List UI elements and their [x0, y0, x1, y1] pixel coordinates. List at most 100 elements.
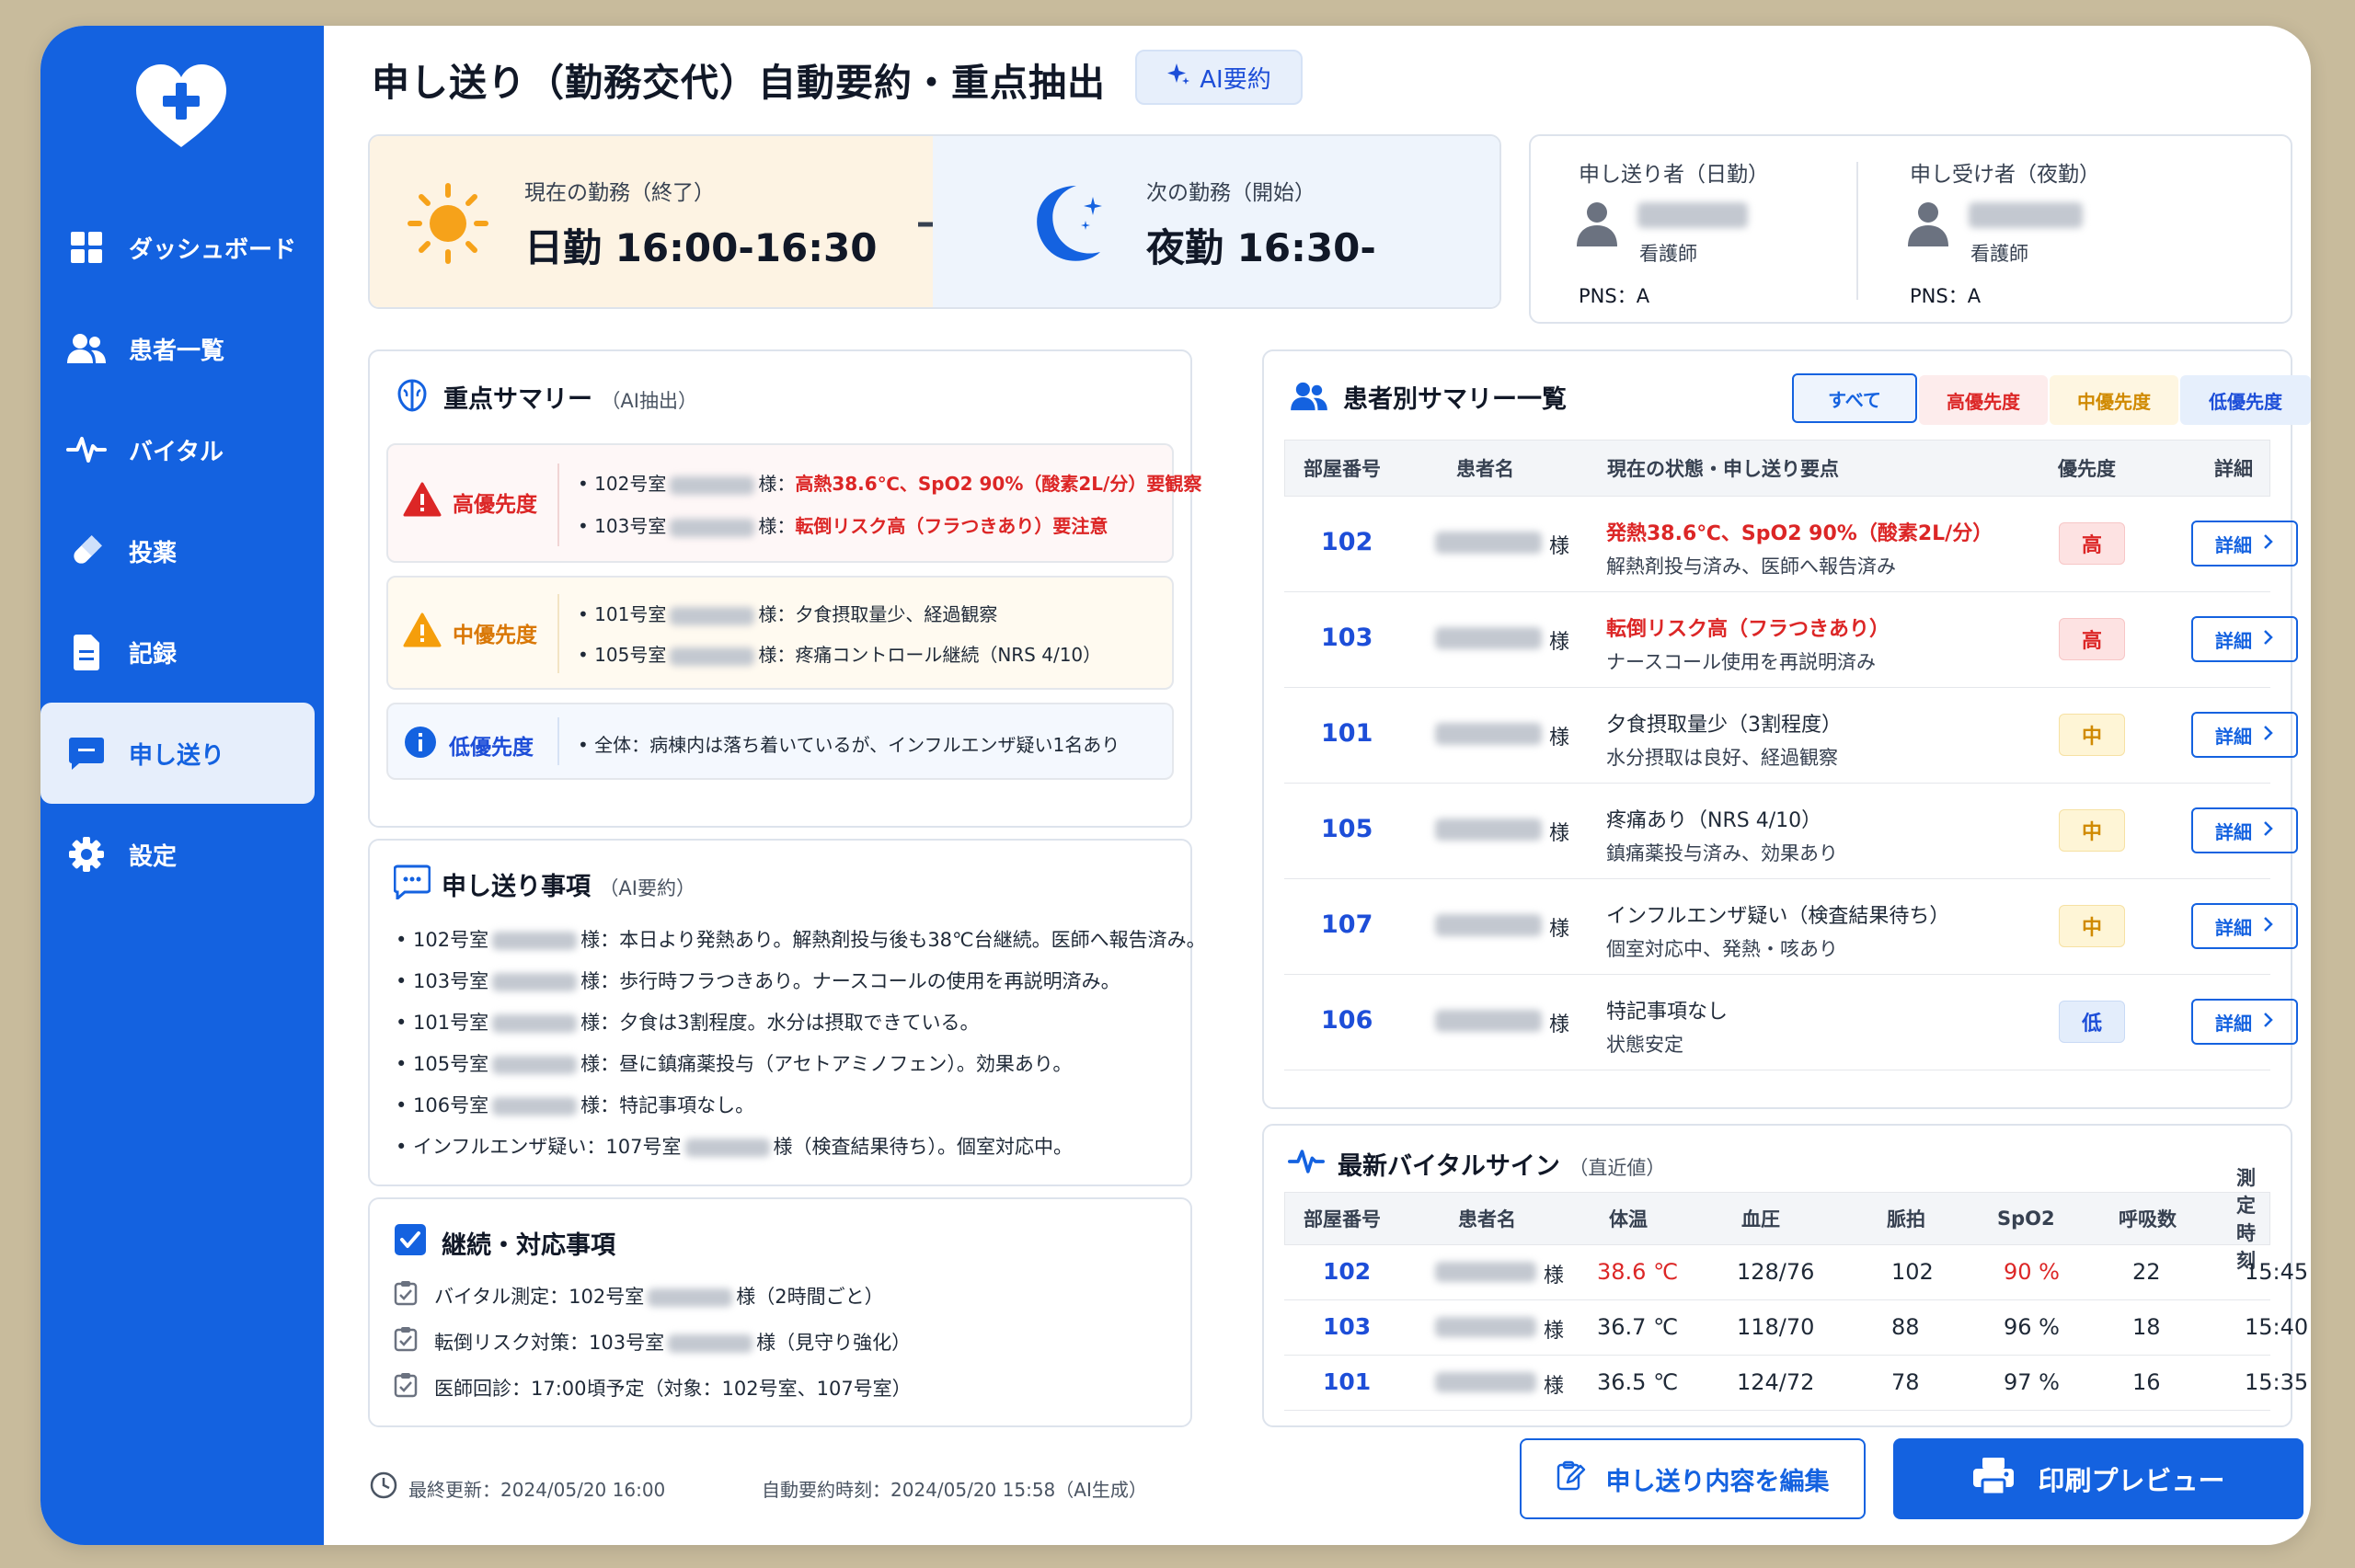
sidebar-item-records[interactable]: 記録 — [40, 601, 324, 703]
priority-badge: 高 — [2059, 618, 2125, 660]
blood-pressure: 124/72 — [1737, 1369, 1815, 1395]
room-number: 101 — [1321, 719, 1373, 748]
edit-handover-button[interactable]: 申し送り内容を編集 — [1520, 1438, 1866, 1519]
sparkle-icon — [1166, 63, 1190, 93]
document-icon — [64, 630, 109, 674]
mid-priority-text: 中優先度 — [453, 624, 537, 647]
notes-subtitle: （AI要約） — [599, 877, 695, 899]
high-priority-text: 高優先度 — [453, 493, 537, 517]
spo2: 90 % — [2004, 1259, 2060, 1285]
column-header: 患者名 — [1456, 458, 1514, 480]
receiver-name-redacted — [1969, 202, 2083, 228]
measured-time: 15:40 — [2245, 1314, 2309, 1340]
room-number: 102 — [1321, 528, 1373, 556]
patient-name-redacted — [668, 1333, 753, 1353]
column-header: 詳細 — [2214, 458, 2253, 480]
sidebar-item-vitals[interactable]: バイタル — [40, 399, 324, 500]
patient-name-redacted — [492, 973, 578, 991]
filter-low-button[interactable]: 低優先度 — [2180, 375, 2311, 425]
high-priority-box: 高優先度 • 102号室 様：高熱38.6℃、SpO2 90%（酸素2L/分）要観… — [386, 443, 1201, 563]
item-pre: • 105号室 — [396, 1053, 489, 1075]
status-line-2: 解熱剤投与済み、医師へ報告済み — [1606, 555, 1896, 578]
next-shift-time: 夜勤 16:30- — [1146, 225, 1376, 270]
receiver-role: 看護師 — [1970, 243, 2028, 265]
print-button-label: 印刷プレビュー — [2038, 1465, 2225, 1496]
list-item: • 105号室 様：疼痛コントロール継続（NRS 4/10） — [578, 640, 1101, 667]
sidebar-item-label: 設定 — [129, 842, 178, 871]
task-item[interactable]: 転倒リスク対策：103号室 様（見守り強化） — [394, 1326, 911, 1356]
pill-icon — [64, 529, 109, 573]
detail-label: 詳細 — [2215, 725, 2252, 748]
task-item[interactable]: バイタル測定：102号室 様（2時間ごと） — [394, 1280, 884, 1310]
detail-button[interactable]: 詳細 — [2191, 903, 2298, 949]
detail-button[interactable]: 詳細 — [2191, 521, 2298, 567]
ai-summary-label: AI要約 — [1200, 65, 1271, 94]
detail-label: 詳細 — [2215, 916, 2252, 939]
patient-name-redacted — [1435, 914, 1542, 936]
moon-icon — [1034, 180, 1117, 269]
filter-high-button[interactable]: 高優先度 — [1919, 375, 2048, 425]
room-number: 103 — [1321, 624, 1373, 652]
gear-icon — [64, 832, 109, 876]
users-icon — [64, 326, 109, 371]
patient-name-redacted — [1435, 1317, 1536, 1337]
key-summary-title: 重点サマリー — [443, 385, 592, 414]
print-preview-button[interactable]: 印刷プレビュー — [1893, 1438, 2303, 1519]
filter-mid-button[interactable]: 中優先度 — [2050, 375, 2178, 425]
low-priority-text: 低優先度 — [449, 736, 534, 760]
item-text: 転倒リスク高（フラつきあり）要注意 — [795, 515, 1109, 537]
patient-suffix: 様 — [1549, 535, 1570, 558]
patient-name-redacted — [1435, 627, 1542, 649]
sidebar-item-patients[interactable]: 患者一覧 — [40, 298, 324, 399]
detail-button[interactable]: 詳細 — [2191, 712, 2298, 758]
ai-summary-button[interactable]: AI要約 — [1135, 50, 1303, 105]
list-item: • 102号室 様：本日より発熱あり。解熱剤投与後も38℃台継続。医師へ報告済み。 — [396, 925, 1206, 953]
sidebar-item-label: 申し送り — [129, 741, 225, 770]
filter-all-button[interactable]: すべて — [1792, 373, 1917, 423]
sidebar-item-medication[interactable]: 投薬 — [40, 500, 324, 601]
item-post: 様：夕食は3割程度。水分は摂取できている。 — [580, 1012, 980, 1034]
key-summary-subtitle: （AI抽出） — [601, 390, 697, 412]
giver-pns: PNS：A — [1579, 285, 1650, 307]
printer-icon — [1971, 1456, 2016, 1503]
sidebar-item-dashboard[interactable]: ダッシュボード — [40, 197, 324, 298]
column-header: 現在の状態・申し送り要点 — [1607, 458, 1839, 480]
pulse: 102 — [1891, 1259, 1934, 1285]
vitals-subtitle: （直近値） — [1568, 1157, 1666, 1179]
patient-name-redacted — [1435, 818, 1542, 841]
patient-name-redacted — [1435, 723, 1542, 745]
patient-name-redacted — [648, 1288, 733, 1307]
patient-name-redacted — [492, 1056, 578, 1074]
detail-button[interactable]: 詳細 — [2191, 999, 2298, 1045]
task-post: 様（見守り強化） — [756, 1331, 912, 1354]
patient-name-redacted — [492, 1014, 578, 1033]
patient-name-redacted — [670, 475, 755, 495]
table-row: 107 様 インフルエンザ疑い（検査結果待ち） 個室対応中、発熱・咳あり 中 詳細 — [1284, 879, 2298, 975]
status-line-2: 個室対応中、発熱・咳あり — [1606, 938, 1838, 960]
room-label: • 102号室 — [578, 473, 667, 495]
status-line-2: 鎮痛薬投与済み、効果あり — [1606, 842, 1838, 864]
detail-button[interactable]: 詳細 — [2191, 616, 2298, 662]
room-number: 101 — [1323, 1368, 1372, 1395]
sidebar-item-settings[interactable]: 設定 — [40, 804, 324, 905]
pulse: 88 — [1891, 1314, 1920, 1340]
table-row: 105 様 疼痛あり（NRS 4/10） 鎮痛薬投与済み、効果あり 中 詳細 — [1284, 784, 2298, 879]
chat-bubble-icon — [393, 864, 431, 903]
column-header: 優先度 — [2058, 458, 2116, 480]
detail-button[interactable]: 詳細 — [2191, 807, 2298, 853]
table-row: 103 様 転倒リスク高（フラつきあり） ナースコール使用を再説明済み 高 詳細 — [1284, 592, 2298, 688]
patient-suffix: 様 — [1544, 1320, 1565, 1343]
task-item[interactable]: 医師回診：17:00頃予定（対象：102号室、107号室） — [394, 1372, 912, 1402]
patient-name-redacted — [1435, 1010, 1542, 1032]
mid-priority-label: 中優先度 — [403, 612, 537, 653]
measured-time: 15:35 — [2245, 1369, 2309, 1395]
table-row: 103 様 36.7 ℃ 118/70 88 96 % 18 15:40 — [1284, 1300, 2308, 1356]
pulse-icon — [64, 428, 109, 472]
item-post: 様（検査結果待ち）。個室対応中。 — [773, 1136, 1074, 1158]
divider — [557, 717, 559, 765]
respiration-rate: 16 — [2132, 1369, 2161, 1395]
edit-icon — [1557, 1460, 1586, 1498]
pulse: 78 — [1891, 1369, 1920, 1395]
sidebar-item-handover[interactable]: 申し送り — [40, 703, 315, 804]
table-row: 101 様 36.5 ℃ 124/72 78 97 % 16 15:35 — [1284, 1356, 2308, 1411]
